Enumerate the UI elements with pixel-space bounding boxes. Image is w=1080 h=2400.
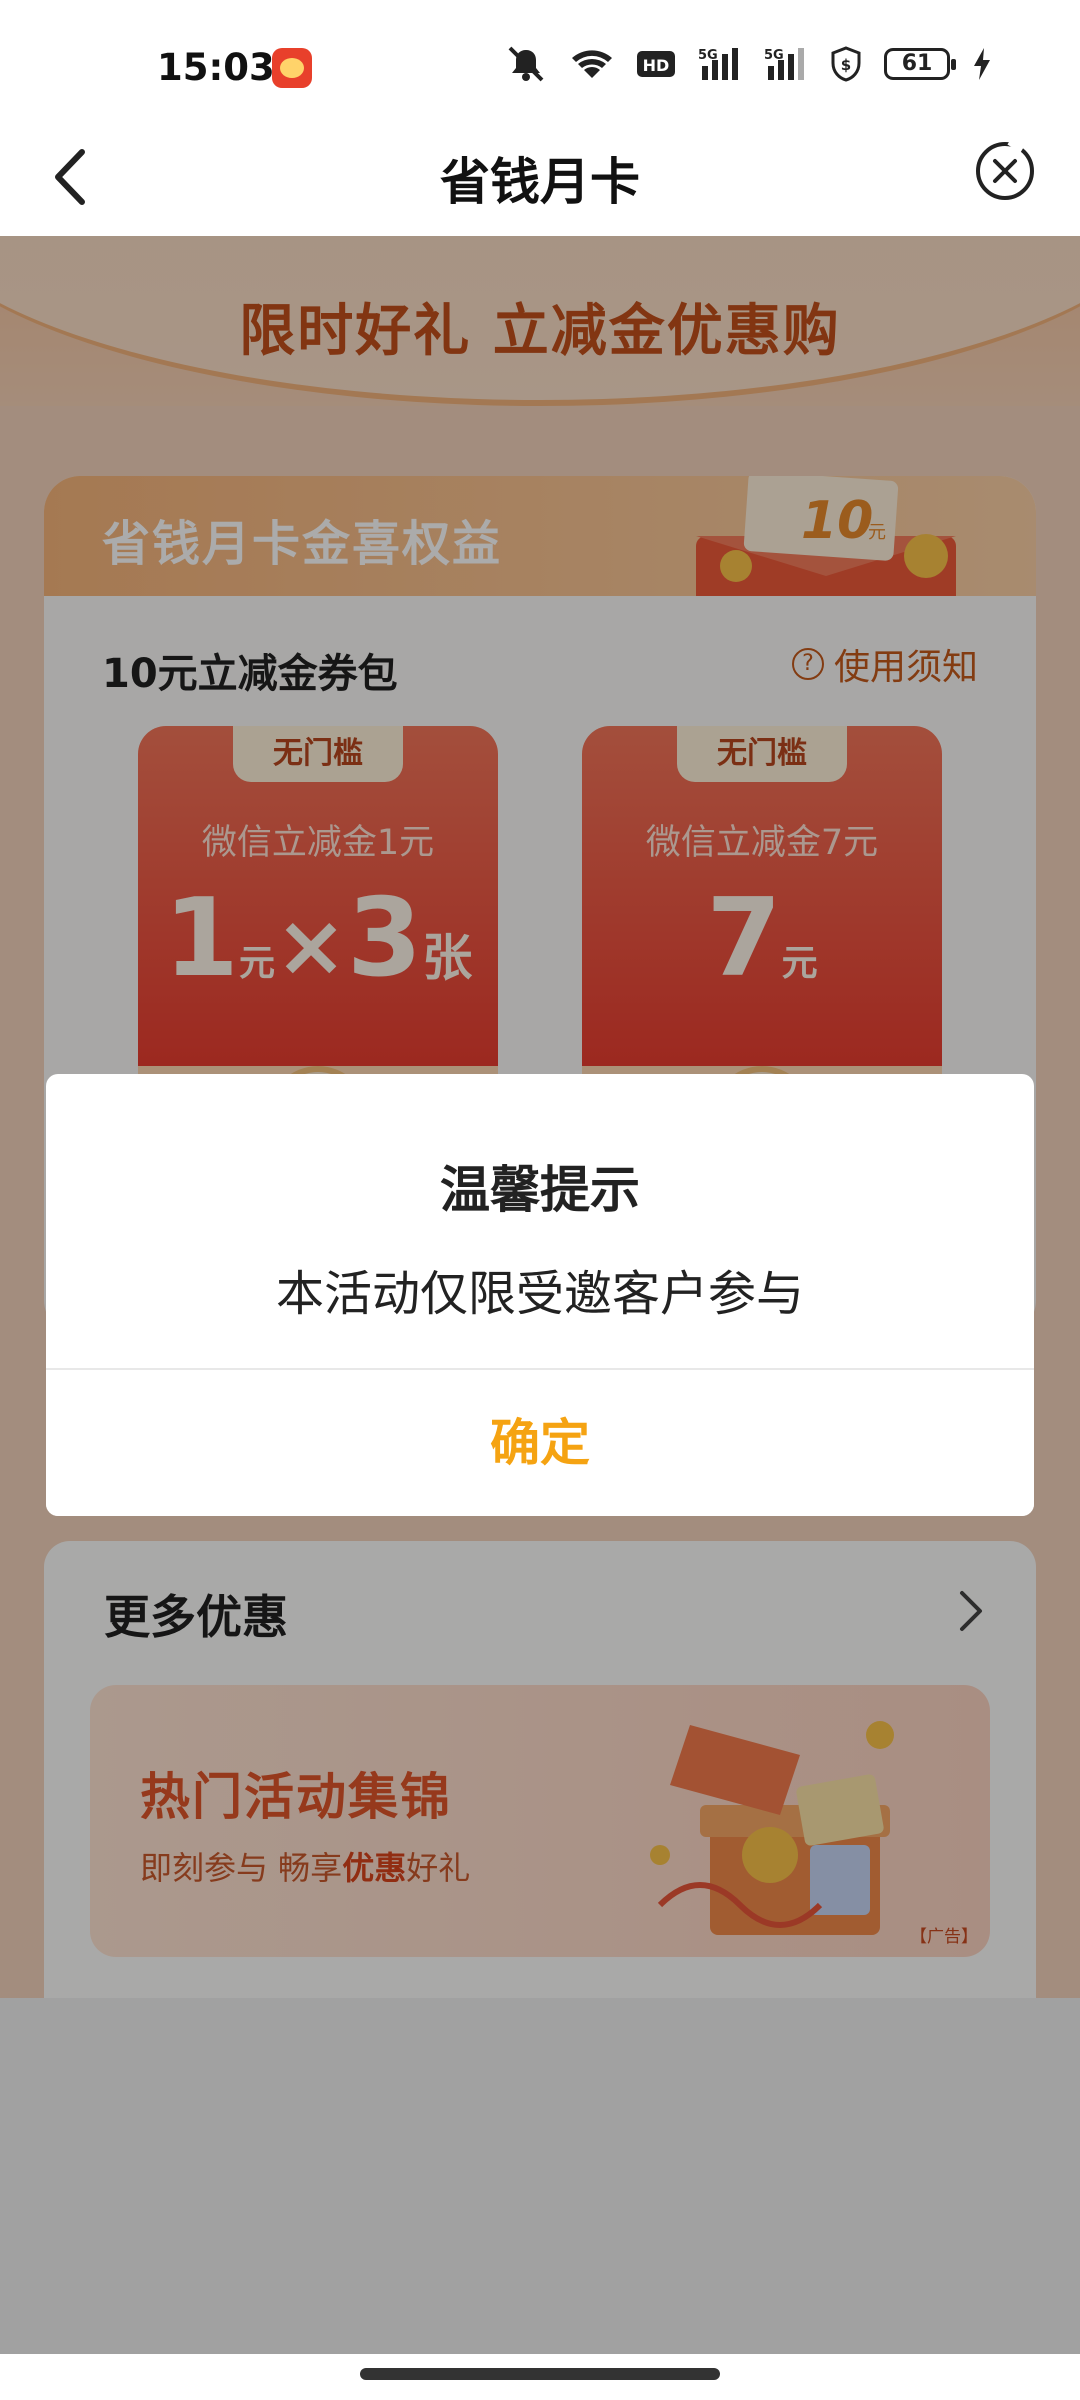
dialog-message: 本活动仅限受邀客户参与 bbox=[275, 1266, 804, 1322]
shield-dollar-icon: $ bbox=[831, 46, 861, 82]
battery-icon: 61 bbox=[884, 48, 956, 80]
page-title: 省钱月卡 bbox=[440, 153, 640, 211]
close-circle-icon bbox=[976, 139, 1034, 200]
hd-icon: HD bbox=[637, 51, 675, 77]
5g-signal-icon: 5G bbox=[764, 48, 804, 80]
wifi-icon bbox=[572, 50, 612, 78]
status-bar: 15:03 HD 5G 5G $ 61 bbox=[0, 0, 1080, 118]
close-button[interactable] bbox=[974, 139, 1036, 202]
svg-text:HD: HD bbox=[643, 56, 670, 75]
charging-icon bbox=[974, 48, 990, 80]
battery-level: 61 bbox=[901, 51, 933, 76]
home-indicator[interactable] bbox=[360, 2368, 720, 2380]
status-time: 15:03 bbox=[157, 46, 275, 89]
notice-dialog: 温馨提示 本活动仅限受邀客户参与 确定 bbox=[46, 1074, 1034, 1516]
confirm-button[interactable]: 确定 bbox=[46, 1370, 1034, 1516]
svg-text:$: $ bbox=[841, 56, 851, 74]
mute-icon bbox=[508, 46, 544, 82]
5g-signal-icon: 5G bbox=[698, 48, 738, 80]
nav-bar: 省钱月卡 bbox=[0, 118, 1080, 236]
app-notification-icon bbox=[272, 48, 312, 88]
home-bar bbox=[0, 2354, 1080, 2400]
status-icons: HD 5G 5G $ 61 bbox=[504, 46, 992, 82]
dialog-title: 温馨提示 bbox=[440, 1161, 640, 1219]
